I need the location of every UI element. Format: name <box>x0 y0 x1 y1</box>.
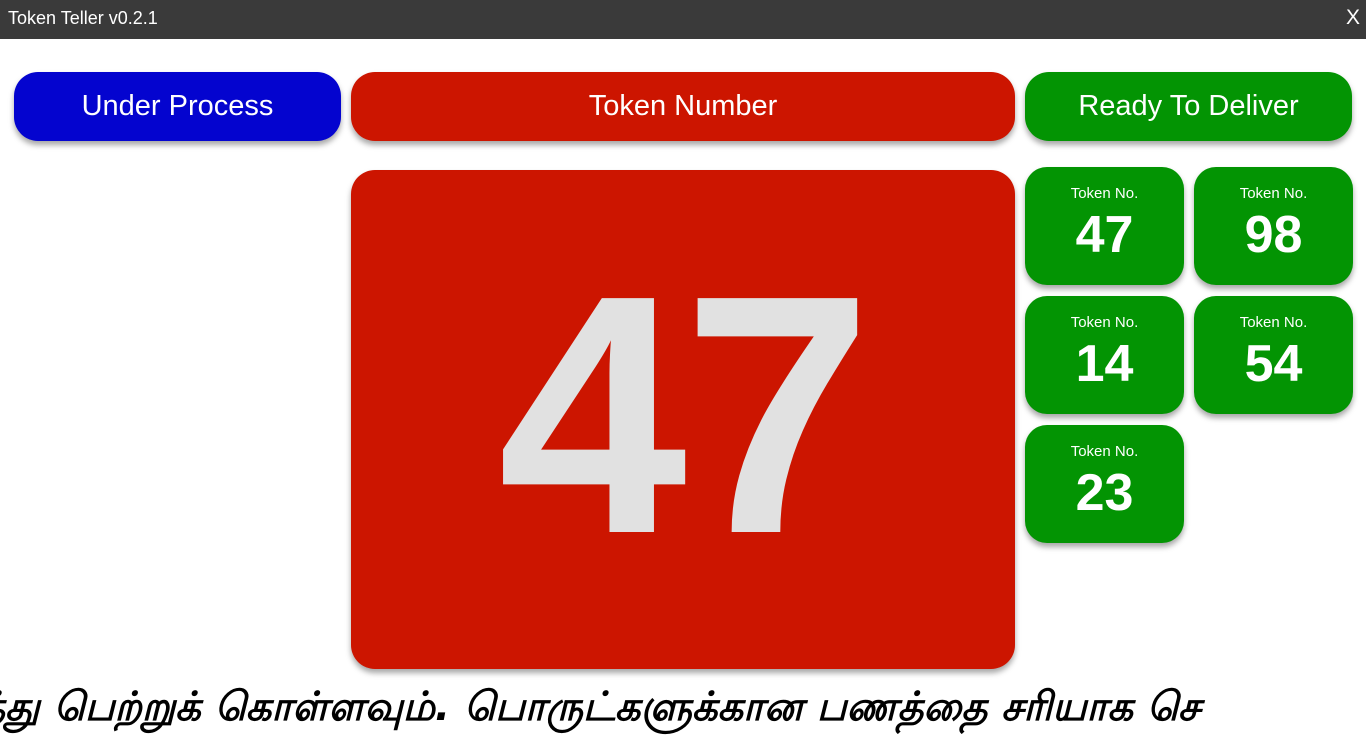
ready-token-tile: Token No. 23 <box>1025 425 1184 543</box>
ready-token-tile: Token No. 14 <box>1025 296 1184 414</box>
under-process-header: Under Process <box>14 72 341 141</box>
current-token-card: 47 <box>351 170 1015 669</box>
ready-token-number: 54 <box>1244 335 1303 393</box>
ready-token-label: Token No. <box>1070 314 1139 331</box>
token-number-header: Token Number <box>351 72 1015 141</box>
window-title: Token Teller v0.2.1 <box>8 8 158 28</box>
ready-token-number: 23 <box>1075 464 1134 522</box>
ready-token-tile: Token No. 47 <box>1025 167 1184 285</box>
ready-token-tile: Token No. 98 <box>1194 167 1353 285</box>
close-button[interactable]: X <box>1346 6 1360 30</box>
ready-token-label: Token No. <box>1070 443 1139 460</box>
ready-token-label: Token No. <box>1239 314 1308 331</box>
ready-token-number: 98 <box>1244 206 1303 264</box>
scrolling-ticker: ர்த்து பெற்றுக் கொள்ளவும். பொருட்களுக்கா… <box>0 676 1366 738</box>
current-token-number: 47 <box>497 224 872 605</box>
ready-token-number: 47 <box>1075 206 1134 264</box>
ticker-message: ர்த்து பெற்றுக் கொள்ளவும். பொருட்களுக்கா… <box>0 684 1201 730</box>
title-bar: Token Teller v0.2.1 X <box>0 0 1366 39</box>
ready-token-number: 14 <box>1075 335 1134 393</box>
ready-token-tile: Token No. 54 <box>1194 296 1353 414</box>
ready-token-label: Token No. <box>1239 185 1308 202</box>
ready-token-label: Token No. <box>1070 185 1139 202</box>
ready-to-deliver-header: Ready To Deliver <box>1025 72 1352 141</box>
